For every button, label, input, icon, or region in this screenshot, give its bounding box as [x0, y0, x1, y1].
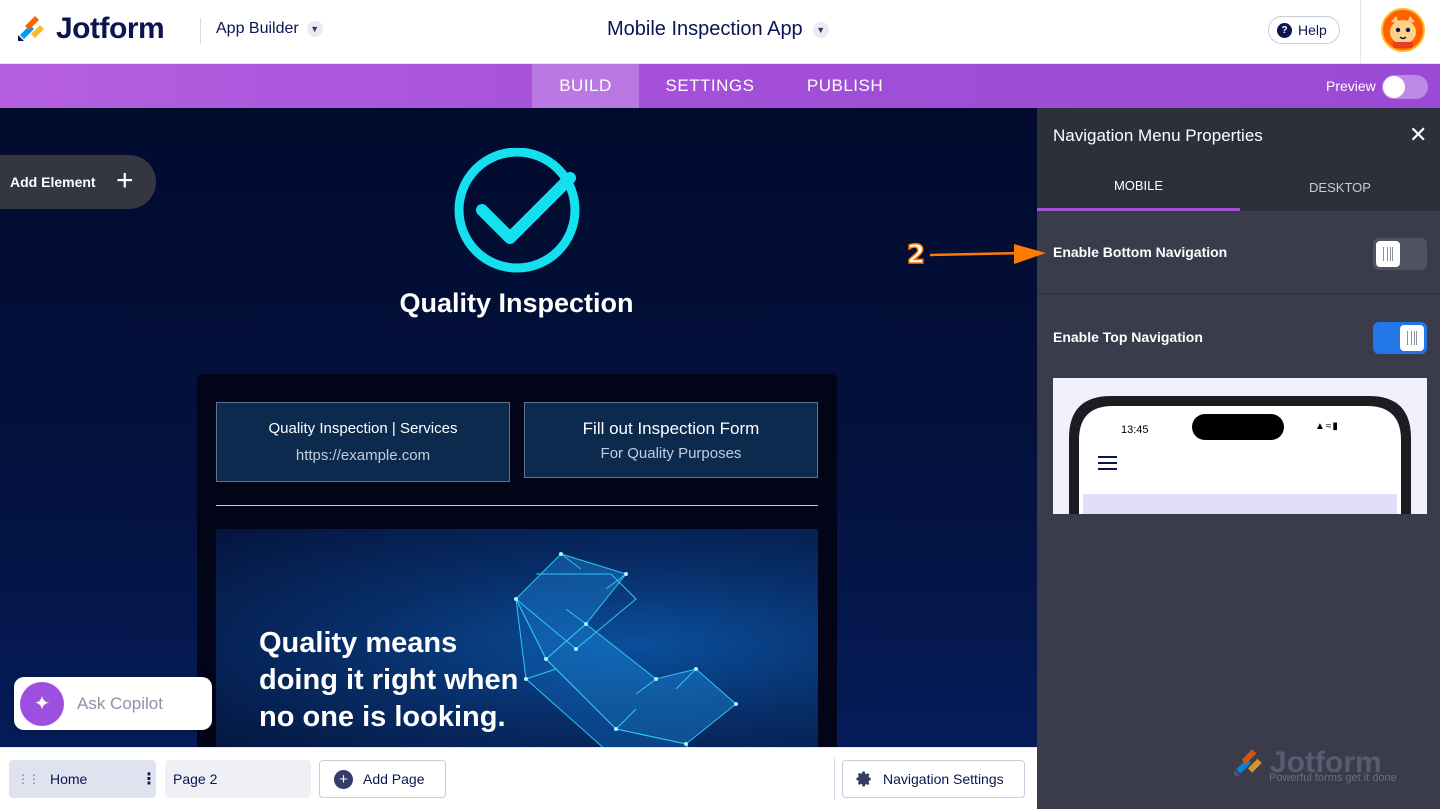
quote-line: doing it right when: [259, 664, 519, 696]
app-title-heading: Quality Inspection: [399, 288, 634, 318]
jotform-logo[interactable]: Jotform: [16, 12, 165, 46]
annotation-step-number: 2: [906, 239, 926, 271]
annotation-arrow-icon: [929, 244, 1046, 264]
divider: [1037, 293, 1440, 294]
page-tab-home[interactable]: ⋮⋮ Home ⋮: [9, 760, 157, 798]
top-bar: Jotform App Builder ▼ Mobile Inspection …: [0, 0, 1440, 64]
tab-publish[interactable]: PUBLISH: [795, 64, 895, 108]
page-name: Home: [50, 771, 88, 787]
navigation-settings-label: Navigation Settings: [883, 771, 1004, 787]
tab-build[interactable]: BUILD: [532, 64, 639, 108]
phone-time: 13:45: [1121, 424, 1149, 436]
quote-line: no one is looking.: [259, 701, 506, 733]
link-button-inspection-form[interactable]: Fill out Inspection Form For Quality Pur…: [524, 402, 818, 478]
bottom-navigation-label: Enable Bottom Navigation: [1053, 244, 1228, 260]
top-navigation-label: Enable Top Navigation: [1053, 329, 1203, 345]
toggle-knob: [1400, 325, 1424, 351]
phone-frame: [1069, 396, 1411, 514]
navigation-properties-panel: Navigation Menu Properties ✕ MOBILE DESK…: [1037, 108, 1440, 809]
chevron-down-icon: ▼: [812, 21, 829, 38]
close-icon[interactable]: ✕: [1409, 122, 1427, 148]
device-tabs: MOBILE DESKTOP: [1037, 163, 1440, 211]
quote-banner-image[interactable]: Quality means doing it right when no one…: [216, 529, 818, 747]
jotform-logo-icon: [1234, 749, 1262, 776]
panel-title: Navigation Menu Properties: [1053, 125, 1263, 145]
footer-tagline: Powerful forms get it done: [1269, 772, 1397, 784]
ask-copilot-button[interactable]: ✦ Ask Copilot: [14, 677, 212, 730]
add-element-label: Add Element: [10, 174, 96, 190]
link-button-services[interactable]: Quality Inspection | Services https://ex…: [216, 402, 510, 482]
divider: [834, 758, 835, 800]
help-button[interactable]: ? Help: [1268, 16, 1340, 44]
toggle-knob: [1383, 76, 1405, 98]
main-nav: BUILD SETTINGS PUBLISH Preview: [0, 64, 1440, 108]
page-tab-page-2[interactable]: Page 2: [165, 760, 311, 798]
phone-preview: 13:45 ▲≈▮: [1053, 378, 1427, 514]
divider: [216, 505, 818, 506]
link-button-title: Fill out Inspection Form: [582, 418, 760, 438]
tab-desktop[interactable]: DESKTOP: [1240, 163, 1440, 211]
ask-copilot-label: Ask Copilot: [77, 693, 163, 713]
gear-icon: [856, 771, 871, 787]
app-title-dropdown[interactable]: Mobile Inspection App ▼: [607, 18, 829, 41]
page-name: Page 2: [173, 771, 218, 787]
question-icon: ?: [1277, 22, 1292, 38]
tab-mobile[interactable]: MOBILE: [1037, 163, 1240, 211]
toggle-knob: [1376, 241, 1400, 267]
quote-text: Quality means doing it right when no one…: [259, 625, 518, 736]
add-page-label: Add Page: [363, 771, 425, 787]
app-title: Mobile Inspection App: [607, 18, 803, 40]
more-options-icon[interactable]: ⋮: [141, 769, 157, 789]
jotform-logo-icon: [18, 16, 44, 41]
navigation-settings-button[interactable]: Navigation Settings: [842, 760, 1025, 798]
app-builder-label: App Builder: [216, 20, 299, 37]
tab-settings[interactable]: SETTINGS: [650, 64, 770, 108]
header-divider: [1360, 0, 1361, 64]
chevron-down-icon: ▼: [306, 21, 323, 37]
content-card: Quality Inspection | Services https://ex…: [197, 374, 837, 747]
hamburger-middle-line: [1098, 462, 1117, 464]
checkmark-circle-icon: [454, 148, 580, 273]
status-icons: ▲≈▮: [1315, 421, 1339, 432]
drag-handle-icon[interactable]: ⋮⋮: [17, 772, 40, 786]
avatar-cat-icon: [1390, 16, 1416, 48]
add-page-button[interactable]: + Add Page: [319, 760, 446, 798]
plus-circle-icon: +: [334, 769, 353, 789]
header-divider: [200, 18, 201, 44]
link-button-subtitle: For Quality Purposes: [600, 444, 742, 462]
top-navigation-toggle[interactable]: [1373, 322, 1427, 354]
sparkle-icon: ✦: [20, 681, 64, 726]
app-builder-dropdown[interactable]: App Builder ▼: [216, 20, 323, 38]
preview-label: Preview: [1326, 78, 1376, 94]
brand-name: Jotform: [56, 12, 165, 45]
grip-lines-icon: [1407, 331, 1417, 345]
page-bar: ⋮⋮ Home ⋮ Page 2 + Add Page Navigation S…: [0, 747, 1037, 809]
plus-icon: +: [116, 164, 134, 197]
grip-lines-icon: [1383, 247, 1393, 261]
panel-header: Navigation Menu Properties: [1037, 108, 1440, 163]
preview-toggle[interactable]: [1382, 75, 1428, 99]
quote-line: Quality means: [259, 627, 458, 659]
add-element-button[interactable]: Add Element +: [0, 155, 156, 209]
avatar[interactable]: [1381, 8, 1425, 52]
bottom-navigation-toggle[interactable]: [1373, 238, 1427, 270]
help-label: Help: [1298, 22, 1327, 38]
link-button-subtitle: https://example.com: [295, 447, 431, 464]
link-button-title: Quality Inspection | Services: [268, 420, 458, 437]
app-canvas: Add Element + Quality Inspection Quality…: [0, 108, 1037, 747]
